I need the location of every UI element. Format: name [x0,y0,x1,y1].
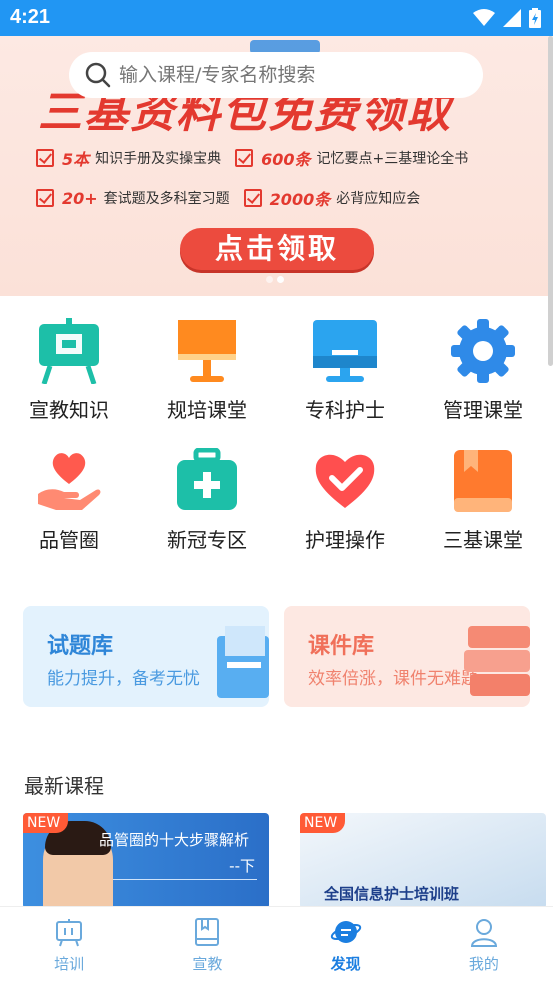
easel-icon [36,318,102,385]
category-label: 新冠专区 [167,528,247,552]
courseware-card[interactable]: 课件库 效率倍涨，课件无难题 [284,606,530,707]
category-label: 宣教知识 [29,398,109,422]
course-title: 全国信息护士培训班 [324,885,460,903]
status-icons [473,8,541,28]
course-subtitle: --下 [229,857,255,875]
banner-number: 2000条 [269,190,331,209]
category-label: 管理课堂 [443,398,523,422]
card-title: 试题库 [47,634,114,659]
question-box-icon [217,626,269,698]
search-bar[interactable] [69,52,483,98]
search-input[interactable] [119,64,459,86]
category-label: 三基课堂 [443,528,523,552]
gear-icon [450,318,516,384]
status-bar: 4:21 [0,0,553,36]
claim-button[interactable]: 点击领取 [180,228,374,270]
training-icon [56,919,83,947]
signal-icon [503,9,521,27]
carousel-dot[interactable] [266,276,273,283]
category-item-xinguan[interactable]: 新冠专区 [147,447,267,553]
bottom-tab-bar: 培训 宣教 发现 我的 [0,906,553,984]
tab-label: 发现 [330,955,361,973]
user-icon [470,919,497,947]
book-icon [450,448,516,514]
monitor-icon [312,318,378,384]
banner-text: 记忆要点+三基理论全书 [316,151,469,167]
divider [113,879,257,880]
heart-check-icon [312,448,378,514]
card-title: 课件库 [308,634,375,659]
latest-courses-title: 最新课程 [24,774,104,798]
banner-text: 套试题及多科室习题 [103,191,230,207]
lamp-icon [174,318,240,384]
category-label: 品管圈 [39,528,99,552]
category-item-sanji[interactable]: 三基课堂 [423,448,543,553]
tab-label: 我的 [468,955,499,973]
banner-text: 知识手册及实操宝典 [95,151,222,167]
banner-text: 必背应知应会 [336,191,421,207]
banner-number: 5本 [62,150,90,169]
category-item-guipei[interactable]: 规培课堂 [147,318,267,423]
card-subtitle: 能力提升，备考无忧 [47,669,200,689]
tab-training[interactable]: 培训 [0,907,138,984]
question-bank-card[interactable]: 试题库 能力提升，备考无忧 [23,606,269,707]
banner-row-2: 20+ 套试题及多科室习题 2000条 必背应知应会 [36,186,420,210]
banner-row-1: 5本 知识手册及实操宝典 600条 记忆要点+三基理论全书 [36,146,468,170]
heart-hand-icon [36,448,102,514]
check-icon [243,189,262,207]
category-item-huli[interactable]: 护理操作 [285,448,405,553]
tab-label: 培训 [54,955,85,973]
status-time: 4:21 [10,6,51,28]
battery-icon [529,8,541,28]
category-label: 护理操作 [305,528,385,552]
category-item-guanli[interactable]: 管理课堂 [423,318,543,423]
search-icon [85,62,111,88]
check-icon [36,149,54,167]
medkit-icon [174,447,240,514]
check-icon [36,189,54,207]
check-icon [235,149,254,167]
tab-mine[interactable]: 我的 [415,907,553,984]
banner-number: 600条 [261,150,311,169]
tab-education[interactable]: 宣教 [138,907,276,984]
book-icon [195,918,220,946]
new-badge: NEW [300,813,346,833]
course-title: 品管圈的十大步骤解析 [99,831,250,849]
planet-icon [330,921,361,943]
tab-discover[interactable]: 发现 [277,907,415,984]
category-label: 规培课堂 [167,398,247,422]
course-card[interactable]: 全国信息护士培训班 NEW [300,813,546,909]
scrollbar[interactable] [548,36,553,366]
carousel-dots [266,276,284,283]
tab-label: 宣教 [192,955,223,973]
category-item-pinguanquan[interactable]: 品管圈 [9,448,129,553]
new-badge: NEW [23,813,69,833]
category-item-zhuanke[interactable]: 专科护士 [285,318,405,423]
banner-number: 20+ [62,188,98,208]
category-label: 专科护士 [305,398,385,422]
carousel-dot-active[interactable] [277,276,284,283]
wifi-icon [473,9,495,26]
course-card[interactable]: 品管圈的十大步骤解析 --下 NEW [23,813,269,909]
books-icon [464,626,530,696]
card-subtitle: 效率倍涨，课件无难题 [308,669,478,689]
category-item-xuanjiao[interactable]: 宣教知识 [9,318,129,423]
